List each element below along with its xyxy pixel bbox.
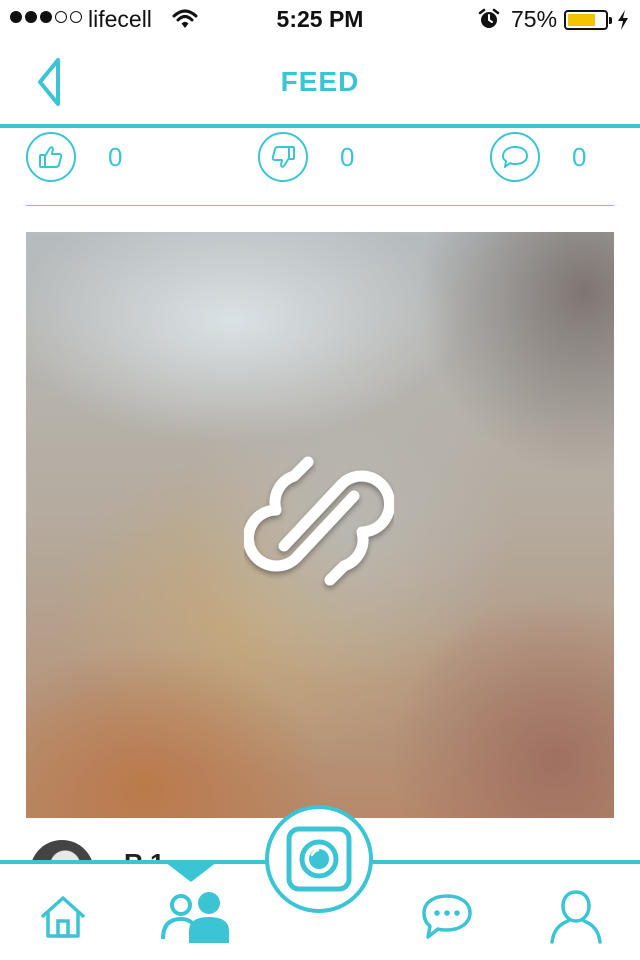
active-tab-indicator: [165, 862, 217, 882]
tab-profile[interactable]: [546, 886, 606, 946]
profile-icon: [550, 890, 602, 944]
comment-button[interactable]: 0: [490, 132, 586, 182]
comment-count: 0: [572, 141, 587, 172]
status-bar: lifecell 5:25 PM 75%: [0, 0, 640, 40]
like-count: 0: [108, 141, 123, 172]
dislike-count: 0: [340, 141, 355, 172]
app-logo-icon: [244, 456, 394, 586]
thumbs-up-icon: [26, 132, 76, 182]
reactions-row: 0 0 0: [0, 128, 640, 184]
alarm-icon: [478, 8, 500, 35]
home-icon: [41, 896, 85, 938]
tab-friends[interactable]: [155, 886, 231, 946]
battery-percent: 75%: [511, 6, 558, 32]
feed-screen: lifecell 5:25 PM 75% FEED 0 0 0: [0, 0, 640, 960]
post-image[interactable]: [26, 232, 614, 818]
like-button[interactable]: 0: [26, 132, 122, 182]
tab-home[interactable]: [33, 886, 93, 946]
friends-icon: [161, 892, 229, 943]
reactions-divider: [26, 205, 614, 206]
dislike-button[interactable]: 0: [258, 132, 354, 182]
thumbs-down-icon: [258, 132, 308, 182]
charging-bolt-icon: [616, 9, 630, 36]
chat-icon: [422, 894, 472, 939]
tab-chat[interactable]: [417, 886, 477, 946]
comment-icon: [490, 132, 540, 182]
page-title: FEED: [280, 66, 360, 97]
nav-bar: FEED: [0, 40, 640, 124]
battery-icon: [564, 10, 612, 30]
camera-icon: [286, 826, 352, 892]
camera-button[interactable]: [265, 805, 373, 913]
